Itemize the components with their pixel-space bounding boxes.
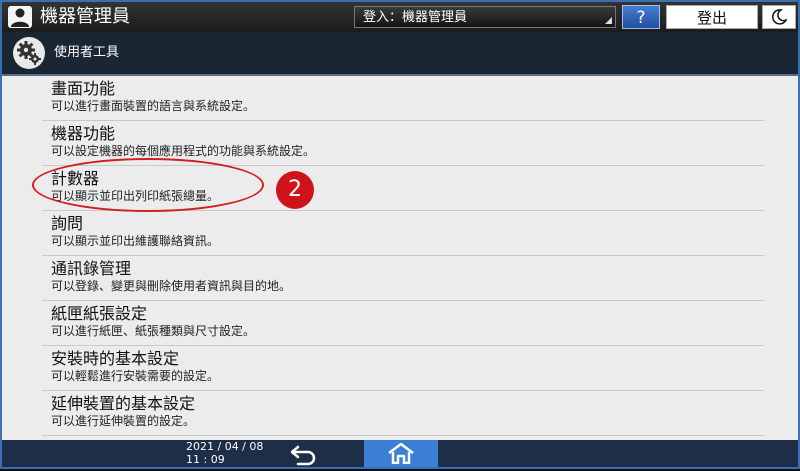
item-description: 可以登錄、變更與刪除使用者資訊與目的地。	[51, 279, 292, 293]
device-screen: 機器管理員 登入：機器管理員 ? 登出 使用者工具 畫面功能 可以進行畫面裝置的…	[0, 0, 800, 469]
login-user-select[interactable]: 登入：機器管理員	[354, 6, 616, 28]
item-title: 安裝時的基本設定	[51, 349, 180, 368]
item-description: 可以輕鬆進行安裝需要的設定。	[51, 369, 220, 383]
list-item-inquiry[interactable]: 詢問 可以顯示並印出維護聯絡資訊。	[42, 211, 764, 256]
back-arrow-icon	[290, 445, 316, 466]
user-icon[interactable]	[8, 6, 32, 28]
item-description: 可以進行畫面裝置的語言與系統設定。	[51, 99, 256, 113]
item-title: 詢問	[51, 214, 84, 233]
help-button[interactable]: ?	[622, 5, 660, 29]
back-button[interactable]	[286, 441, 322, 467]
list-item-extended-device[interactable]: 延伸裝置的基本設定 可以進行延伸裝置的設定。	[42, 391, 764, 436]
dropdown-corner-icon	[605, 17, 612, 24]
current-user-name: 機器管理員	[40, 6, 130, 27]
item-description: 可以顯示並印出維護聯絡資訊。	[51, 234, 220, 248]
item-title: 延伸裝置的基本設定	[51, 394, 196, 413]
item-title: 紙匣紙張設定	[51, 304, 148, 323]
item-title: 畫面功能	[51, 79, 116, 98]
item-title: 機器功能	[51, 124, 116, 143]
home-button[interactable]	[364, 440, 438, 467]
item-title: 通訊錄管理	[51, 259, 132, 278]
highlight-ellipse	[32, 158, 264, 212]
logout-button[interactable]: 登出	[666, 5, 758, 29]
login-user-label: 登入：機器管理員	[363, 10, 468, 25]
gear-icon	[12, 36, 46, 70]
date-time: 2021 / 04 / 08 11 : 09	[186, 440, 263, 466]
current-time: 11 : 09	[186, 453, 225, 466]
list-item-screen-features[interactable]: 畫面功能 可以進行畫面裝置的語言與系統設定。	[42, 76, 764, 121]
item-description: 可以進行紙匣、紙張種類與尺寸設定。	[51, 324, 256, 338]
item-description: 可以設定機器的每個應用程式的功能與系統設定。	[51, 144, 316, 158]
step-number-badge: 2	[276, 171, 314, 209]
home-icon	[388, 442, 414, 464]
list-item-install-settings[interactable]: 安裝時的基本設定 可以輕鬆進行安裝需要的設定。	[42, 346, 764, 391]
page-title: 使用者工具	[54, 45, 120, 60]
current-date: 2021 / 04 / 08	[186, 440, 264, 453]
screen-header: 使用者工具	[2, 32, 798, 76]
list-item-address-book[interactable]: 通訊錄管理 可以登錄、變更與刪除使用者資訊與目的地。	[42, 256, 764, 301]
item-description: 可以進行延伸裝置的設定。	[51, 414, 196, 428]
list-item-tray-paper[interactable]: 紙匣紙張設定 可以進行紙匣、紙張種類與尺寸設定。	[42, 301, 764, 346]
settings-list: 畫面功能 可以進行畫面裝置的語言與系統設定。 機器功能 可以設定機器的每個應用程…	[2, 76, 798, 440]
bottom-bar: 2021 / 04 / 08 11 : 09	[2, 440, 798, 467]
top-bar: 機器管理員 登入：機器管理員 ? 登出	[2, 2, 798, 32]
energy-saver-button[interactable]	[762, 5, 796, 29]
moon-icon	[771, 9, 787, 25]
